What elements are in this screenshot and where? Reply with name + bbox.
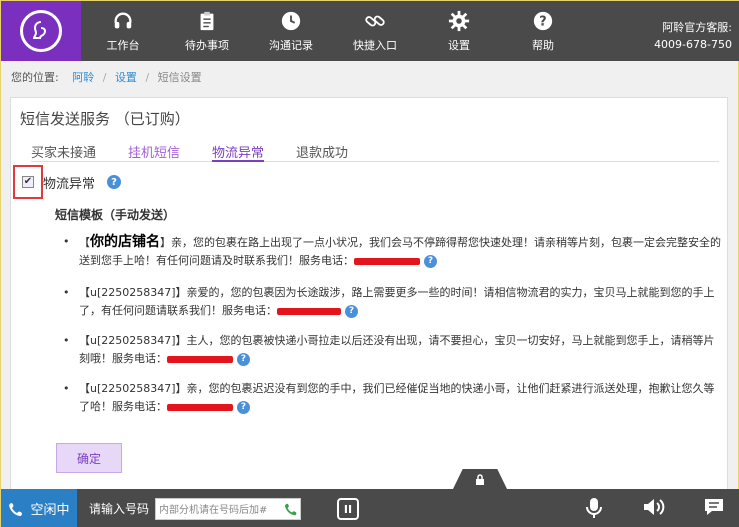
phone-icon [9,502,23,516]
agent-status-button[interactable]: 空闲中 [1,489,77,527]
list-item: • 【u[2250258347]】主人，您的包裹被快递小哥拉走以后还没有出现，请… [63,332,723,368]
link-icon [365,15,385,26]
app-window: 工作台 待办事项 沟通记录 快捷入口 设置 ? 帮助 阿聆官方客服: 4009-… [0,0,739,527]
main-nav: 工作台 待办事项 沟通记录 快捷入口 设置 ? 帮助 [81,1,585,61]
nav-records[interactable]: 沟通记录 [249,1,333,61]
breadcrumb-separator: / [145,71,150,84]
nav-label: 快捷入口 [353,38,397,52]
hotline-number: 4009-678-750 [654,38,732,51]
tab-refund-success[interactable]: 退款成功 [296,142,348,162]
dial-label: 请输入号码 [89,502,150,516]
nav-todo[interactable]: 待办事项 [165,1,249,61]
bullet-icon: • [63,235,70,248]
headset-icon [114,12,132,28]
list-item: • 【u[2250258347]】亲，您的包裹迟迟没有到您的手中，我们已经催促当… [63,380,723,416]
breadcrumb-separator: / [102,71,107,84]
nav-label: 帮助 [532,38,554,52]
lock-icon [476,473,484,485]
list-item: • 【u[2250258347]】亲爱的，您的包裹因为长途跋涉，路上需要更多一些… [63,284,723,320]
nav-label: 沟通记录 [269,38,313,52]
nav-help[interactable]: ? 帮助 [501,1,585,61]
message-prefix: 【u[2250258347]】 [79,382,187,395]
svg-text:?: ? [539,14,546,29]
top-header: 工作台 待办事项 沟通记录 快捷入口 设置 ? 帮助 阿聆官方客服: 4009-… [1,1,739,61]
message-prefix: 【 [79,236,90,249]
pause-button[interactable]: II [337,498,359,520]
sms-settings-panel: 短信发送服务 （已订购） 买家未接通 挂机短信 物流异常 退款成功 ✔ 物流异常… [10,97,728,497]
speaker-icon[interactable] [642,497,666,517]
tab-hangup-sms[interactable]: 挂机短信 [128,142,180,162]
shop-name: 你的店铺名 [90,234,160,250]
redacted-phone [277,307,341,315]
chat-icon[interactable] [703,497,725,517]
redacted-phone [167,355,233,363]
message-text: 【你的店铺名】亲，您的包裹在路上出现了一点小状况，我们会马不停蹄得帮您快速处理！… [63,233,723,270]
panel-title: 短信发送服务 （已订购） [20,110,190,128]
clipboard-icon [200,11,214,30]
softphone-bar: 空闲中 请输入号码 内部分机请在号码后加# II [1,489,739,527]
hotline-label: 阿聆官方客服: [662,21,732,34]
dial-placeholder: 内部分机请在号码后加# [159,505,268,516]
redacted-phone [354,257,420,265]
nav-settings[interactable]: 设置 [417,1,501,61]
redacted-phone [167,403,233,411]
bullet-icon: • [63,286,70,299]
message-text: 【u[2250258347]】亲爱的，您的包裹因为长途跋涉，路上需要更多一些的时… [63,284,723,320]
confirm-button[interactable]: 确定 [56,443,122,473]
nav-label: 工作台 [106,38,140,52]
breadcrumb-settings[interactable]: 设置 [115,71,137,84]
nav-label: 待办事项 [185,38,229,52]
nav-workbench[interactable]: 工作台 [81,1,165,61]
bullet-icon: • [63,382,70,395]
nav-label: 设置 [448,38,470,52]
breadcrumb: 您的位置: 阿聆 / 设置 / 短信设置 [11,69,202,85]
tab-logistics-exception[interactable]: 物流异常 [212,142,265,162]
clock-icon [281,11,301,30]
call-icon[interactable] [284,501,300,517]
message-prefix: 【u[2250258347]】 [79,334,187,347]
template-title: 短信模板（手动发送） [55,208,176,222]
sms-tabs: 买家未接通 挂机短信 物流异常 退款成功 [31,142,719,162]
tab-buyer-not-connected[interactable]: 买家未接通 [31,142,96,162]
checkbox-highlight: ✔ [13,165,43,199]
breadcrumb-prefix: 您的位置: [11,71,59,84]
enable-checkbox[interactable]: ✔ [22,176,34,188]
nav-shortcuts[interactable]: 快捷入口 [333,1,417,61]
gear-icon [448,10,470,31]
question-icon: ? [533,11,553,30]
message-prefix: 【u[2250258347]】 [79,286,187,299]
help-icon[interactable]: ? [237,400,250,414]
app-logo[interactable] [1,1,81,61]
logo-icon [20,10,62,52]
help-icon[interactable]: ? [107,175,122,189]
help-icon[interactable]: ? [424,254,437,268]
message-text: 【u[2250258347]】亲，您的包裹迟迟没有到您的手中，我们已经催促当地的… [63,380,723,416]
agent-status-label: 空闲中 [30,503,70,518]
microphone-icon[interactable] [585,497,603,519]
dial-number-input[interactable]: 内部分机请在号码后加# [155,497,302,520]
message-text: 【u[2250258347]】主人，您的包裹被快递小哥拉走以后还没有出现，请不要… [63,332,723,368]
bullet-icon: • [63,334,70,347]
enable-row: ✔ 物流异常 ? [13,165,122,199]
list-item: • 【你的店铺名】亲，您的包裹在路上出现了一点小状况，我们会马不停蹄得帮您快速处… [63,233,723,270]
help-icon[interactable]: ? [345,304,358,318]
help-icon[interactable]: ? [237,352,250,366]
breadcrumb-home[interactable]: 阿聆 [72,71,94,84]
breadcrumb-current: 短信设置 [157,71,202,84]
checkbox-label: 物流异常 [43,176,96,192]
hotline: 阿聆官方客服: 4009-678-750 [654,1,739,61]
